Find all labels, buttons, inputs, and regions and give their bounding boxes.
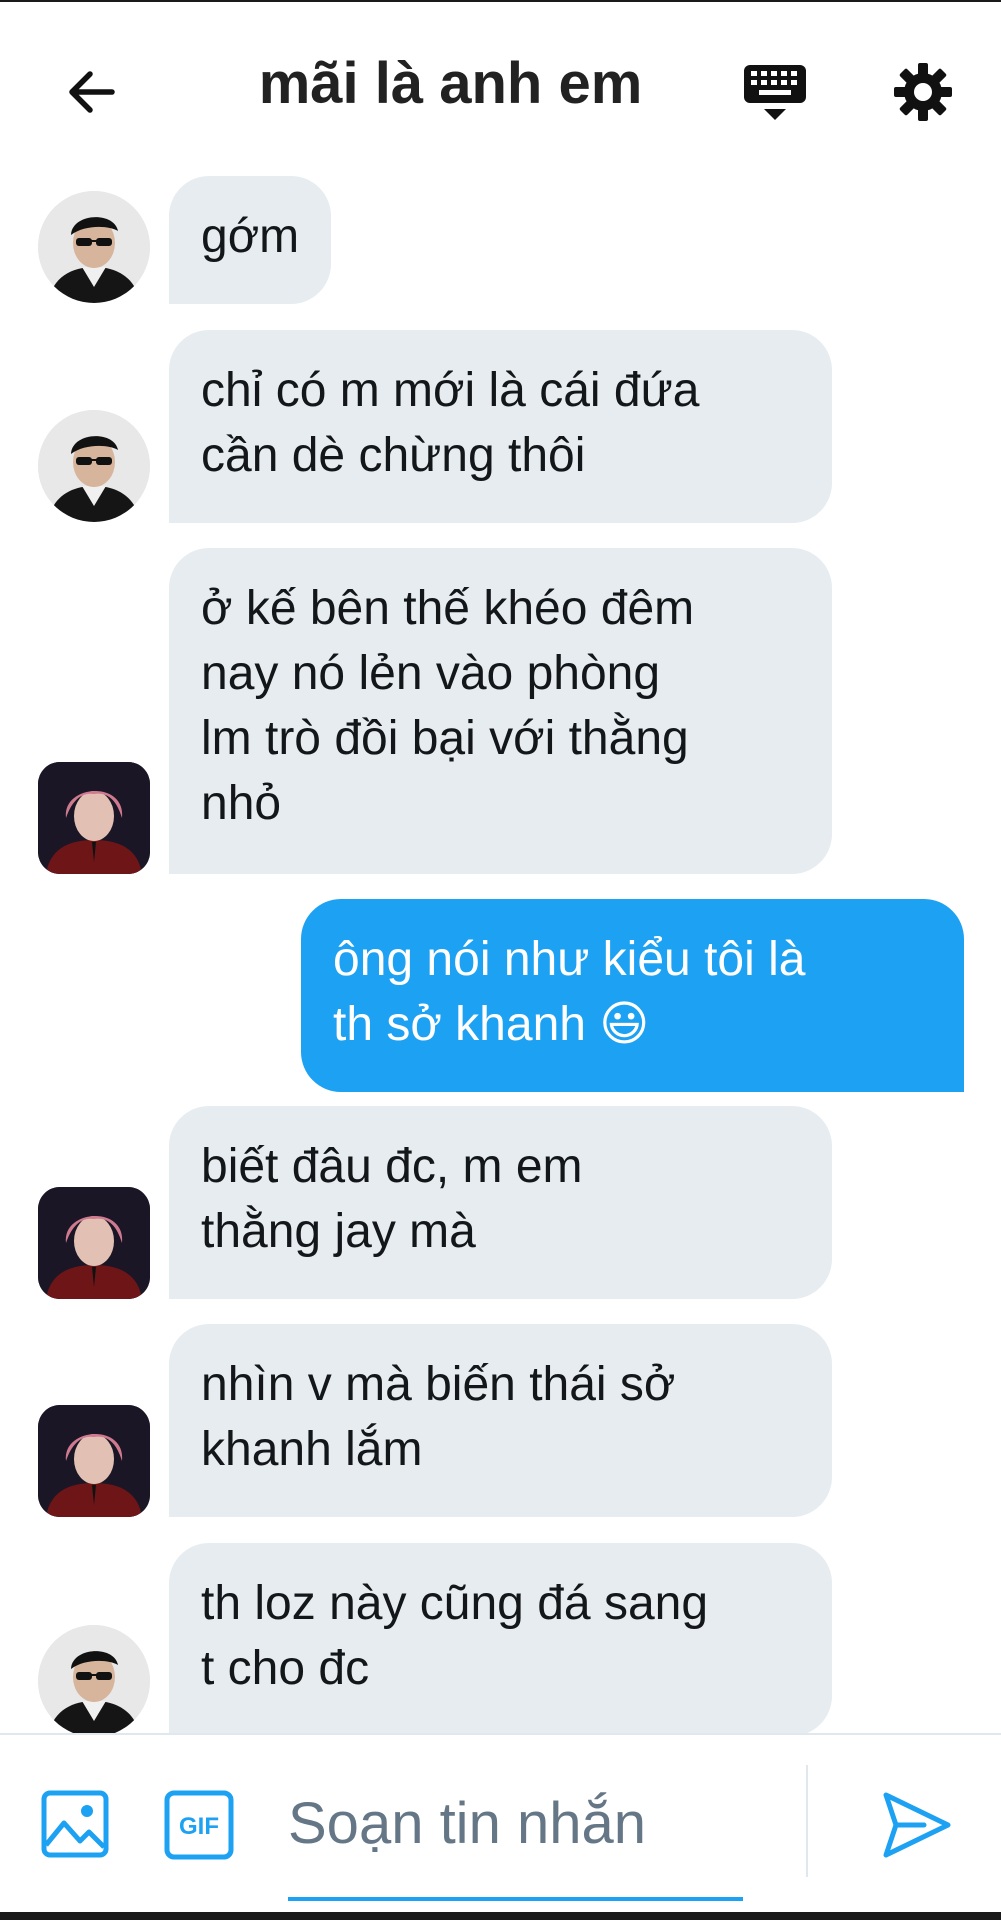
conversation-title: mãi là anh em: [258, 51, 643, 116]
gif-label: GIF: [179, 1813, 219, 1840]
message-bubble[interactable]: chỉ có m mới là cái đứa cần dè chừng thô…: [169, 330, 832, 523]
send-icon: [878, 1792, 954, 1867]
message-bubble[interactable]: ở kế bên thế khéo đêm nay nó lẻn vào phò…: [169, 548, 832, 874]
avatar[interactable]: [38, 1405, 150, 1517]
message-input[interactable]: [288, 1775, 743, 1871]
message-thread[interactable]: gớm chỉ có m mới là cái đứa cần dè chừng…: [0, 0, 1001, 1733]
avatar[interactable]: [38, 191, 150, 303]
back-button[interactable]: [50, 54, 130, 134]
send-button[interactable]: [878, 1787, 954, 1863]
composer-divider: [806, 1765, 808, 1877]
message-bubble-outgoing[interactable]: ông nói như kiểu tôi là th sở khanh 😃: [301, 899, 964, 1092]
avatar[interactable]: [38, 1187, 150, 1299]
gear-icon: [891, 60, 955, 129]
bottom-edge: [0, 1912, 1001, 1920]
message-bubble[interactable]: th loz này cũng đá sang t cho đc: [169, 1543, 832, 1733]
image-icon: [40, 1790, 110, 1863]
add-gif-button[interactable]: GIF: [163, 1789, 235, 1861]
arrow-left-icon: [62, 64, 118, 125]
message-bubble[interactable]: biết đâu đc, m em thằng jay mà: [169, 1106, 832, 1299]
avatar[interactable]: [38, 1625, 150, 1733]
keyboard-shortcuts-button[interactable]: [735, 54, 815, 134]
input-underline: [288, 1897, 743, 1901]
avatar[interactable]: [38, 762, 150, 874]
message-bubble[interactable]: gớm: [169, 176, 332, 304]
message-composer: GIF: [0, 1733, 1001, 1914]
avatar[interactable]: [38, 410, 150, 522]
message-bubble[interactable]: nhìn v mà biến thái sở khanh lắm: [169, 1324, 832, 1517]
settings-button[interactable]: [883, 54, 963, 134]
add-image-button[interactable]: [40, 1789, 110, 1859]
keyboard-icon: [742, 59, 808, 130]
conversation-header: mãi là anh em: [0, 2, 1001, 172]
